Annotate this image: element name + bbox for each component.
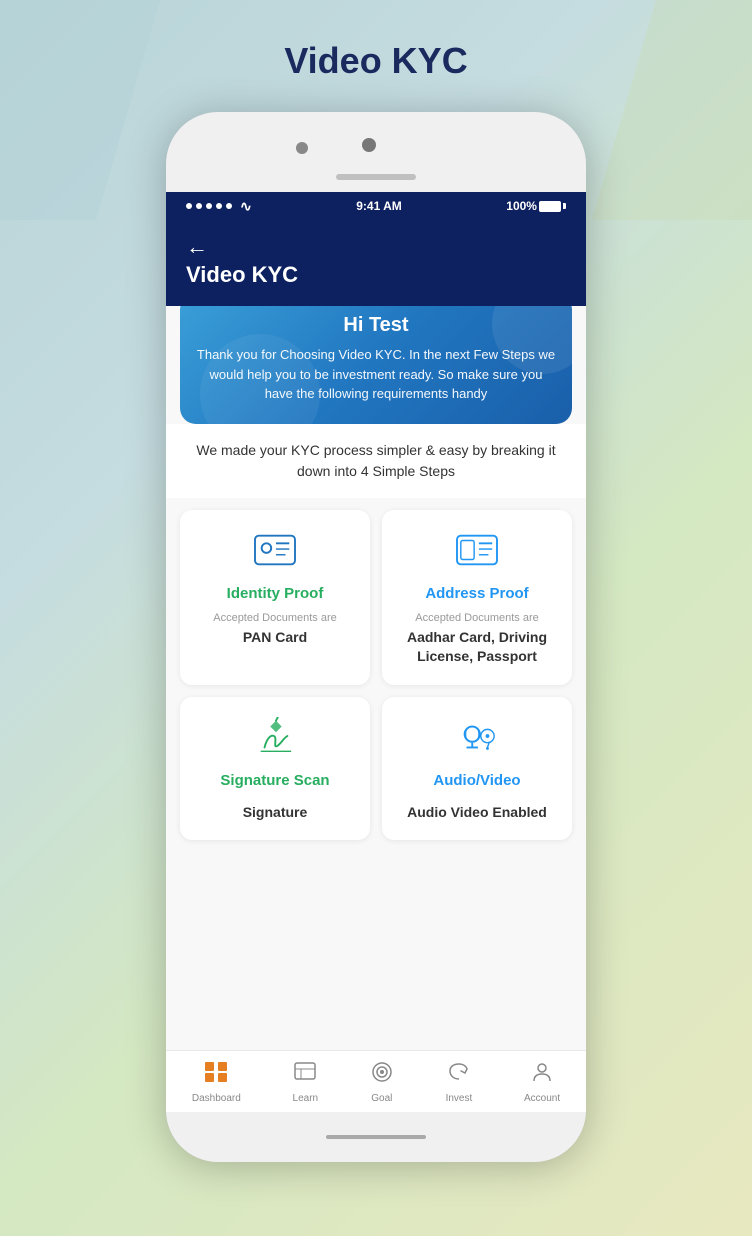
battery-indicator: 100% [506,199,566,213]
app-header: ← Video KYC [166,220,586,306]
account-label: Account [524,1093,560,1104]
camera-dot [296,142,308,154]
app-header-title: Video KYC [186,262,566,288]
signature-icon [251,717,299,762]
learn-icon [293,1061,317,1089]
status-time: 9:41 AM [356,199,402,213]
goal-icon [370,1061,394,1089]
signal-dot-5 [226,203,232,209]
bg-shape-right [592,0,752,220]
home-indicator [326,1135,426,1139]
identity-docs-label: Accepted Documents are [213,612,337,624]
phone-frame: ∿ 9:41 AM 100% ← Video KYC Hi Test Thank… [166,112,586,1162]
nav-item-learn[interactable]: Learn [293,1061,319,1104]
signal-dot-1 [186,203,192,209]
signature-docs-value: Signature [243,803,308,823]
identity-docs-value: PAN Card [243,628,307,648]
speaker-grille [336,174,416,180]
bg-shape-left [0,0,160,220]
signal-dot-2 [196,203,202,209]
nav-item-dashboard[interactable]: Dashboard [192,1061,241,1104]
identity-proof-card[interactable]: Identity Proof Accepted Documents are PA… [180,510,370,685]
wifi-icon: ∿ [240,198,252,215]
phone-screen: ∿ 9:41 AM 100% ← Video KYC Hi Test Thank… [166,192,586,1112]
nav-item-invest[interactable]: Invest [446,1061,473,1104]
address-proof-card[interactable]: Address Proof Accepted Documents are Aad… [382,510,572,685]
address-icon [453,530,501,575]
phone-bottom-hardware [166,1112,586,1162]
account-icon [530,1061,554,1089]
goal-label: Goal [371,1093,392,1104]
battery-tip [563,203,566,209]
address-docs-value: Aadhar Card, Driving License, Passport [396,628,558,667]
page-title: Video KYC [284,40,467,82]
learn-label: Learn [293,1093,319,1104]
battery-label: 100% [506,199,537,213]
signature-title: Signature Scan [220,772,329,789]
signal-dot-3 [206,203,212,209]
audio-video-icon [453,717,501,762]
signal-dot-4 [216,203,222,209]
address-title: Address Proof [425,585,528,602]
nav-item-account[interactable]: Account [524,1061,560,1104]
dashboard-label: Dashboard [192,1093,241,1104]
dashboard-icon [204,1061,228,1089]
status-left: ∿ [186,198,252,215]
greeting-card: Hi Test Thank you for Choosing Video KYC… [180,306,572,424]
invest-label: Invest [446,1093,473,1104]
invest-icon [447,1061,471,1089]
status-bar: ∿ 9:41 AM 100% [166,192,586,220]
steps-grid: Identity Proof Accepted Documents are PA… [166,498,586,853]
nav-item-goal[interactable]: Goal [370,1061,394,1104]
audio-video-title: Audio/Video [433,772,520,789]
content-area: Hi Test Thank you for Choosing Video KYC… [166,306,586,1050]
address-docs-label: Accepted Documents are [415,612,539,624]
battery-bar [539,201,561,212]
signature-scan-card[interactable]: Signature Scan Signature [180,697,370,841]
identity-title: Identity Proof [227,585,324,602]
front-camera [362,138,376,152]
steps-description: We made your KYC process simpler & easy … [166,424,586,498]
audio-video-card[interactable]: Audio/Video Audio Video Enabled [382,697,572,841]
identity-icon [251,530,299,575]
bottom-nav: Dashboard Learn [166,1050,586,1112]
back-button[interactable]: ← [186,234,566,260]
phone-top-hardware [166,112,586,192]
greeting-name: Hi Test [196,314,556,337]
audio-video-docs-value: Audio Video Enabled [407,803,547,823]
greeting-message: Thank you for Choosing Video KYC. In the… [196,345,556,404]
